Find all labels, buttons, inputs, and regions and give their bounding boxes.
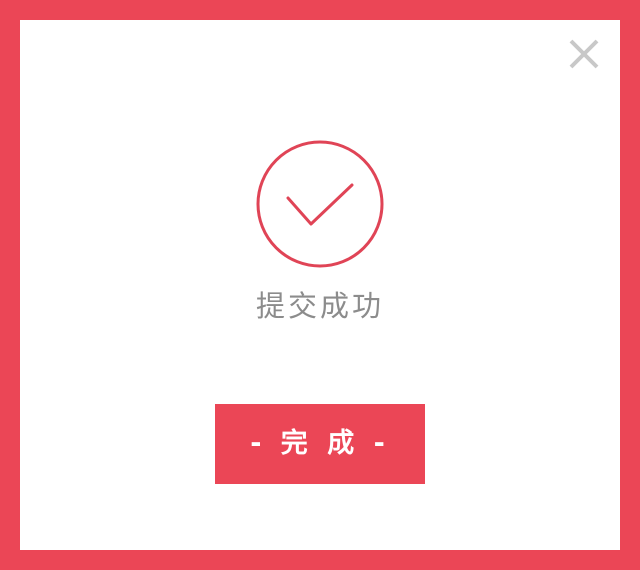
success-checkmark-icon [256, 140, 384, 268]
success-message: 提交成功 [255, 289, 384, 323]
done-button[interactable]: - 完 成 - [215, 404, 425, 484]
close-icon [569, 39, 599, 69]
success-dialog: 提交成功 - 完 成 - [20, 20, 620, 550]
close-button[interactable] [566, 36, 602, 72]
